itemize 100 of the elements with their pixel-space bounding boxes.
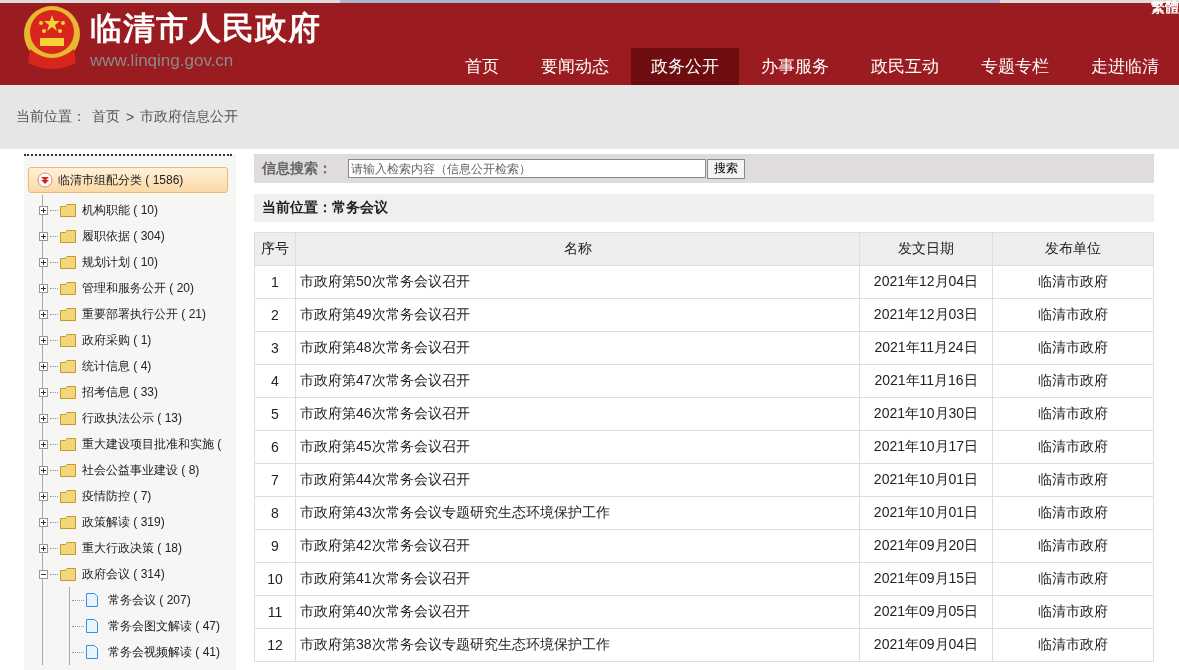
table-cell: 临清市政府 xyxy=(992,298,1154,332)
article-link[interactable]: 市政府第50次常务会议召开 xyxy=(295,265,860,299)
expand-toggle-icon[interactable] xyxy=(39,361,48,371)
breadcrumb-link[interactable]: 市政府信息公开 xyxy=(140,108,239,126)
site-url: www.linqing.gov.cn xyxy=(90,51,235,71)
current-location: 当前位置：常务会议 xyxy=(262,199,388,217)
table-cell: 临清市政府 xyxy=(992,595,1154,629)
tree-item[interactable]: 重大建设项目批准和实施 ( xyxy=(82,435,222,453)
tree-item[interactable]: 政策解读 ( 319) xyxy=(82,513,165,531)
document-icon xyxy=(86,593,98,607)
expand-toggle-icon[interactable] xyxy=(39,335,48,345)
tree-item[interactable]: 行政执法公示 ( 13) xyxy=(82,409,182,427)
folder-icon xyxy=(60,567,76,581)
article-link[interactable]: 市政府第40次常务会议召开 xyxy=(295,595,860,629)
table-cell: 2021年09月15日 xyxy=(859,562,993,596)
table-cell: 2021年10月01日 xyxy=(859,496,993,530)
search-button[interactable]: 搜索 xyxy=(707,158,745,179)
folder-icon xyxy=(60,203,76,217)
nav-tab[interactable]: 办事服务 xyxy=(741,48,849,85)
expand-toggle-icon[interactable] xyxy=(39,439,48,449)
expand-toggle-icon[interactable] xyxy=(39,543,48,553)
tree-item[interactable]: 履职依据 ( 304) xyxy=(82,227,165,245)
tree-item[interactable]: 管理和服务公开 ( 20) xyxy=(82,279,194,297)
tree-item[interactable]: 常务会视频解读 ( 41) xyxy=(108,643,220,661)
nav-tab[interactable]: 政民互动 xyxy=(851,48,959,85)
article-link[interactable]: 市政府第38次常务会议专题研究生态环境保护工作 xyxy=(295,628,860,662)
article-link[interactable]: 市政府第41次常务会议召开 xyxy=(295,562,860,596)
expand-toggle-icon[interactable] xyxy=(39,205,48,215)
tree-item[interactable]: 机构职能 ( 10) xyxy=(82,201,158,219)
table-cell: 临清市政府 xyxy=(992,430,1154,464)
expand-toggle-icon[interactable] xyxy=(39,465,48,475)
tree-item[interactable]: 招考信息 ( 33) xyxy=(82,383,158,401)
nav-tab[interactable]: 政务公开 xyxy=(631,48,739,85)
folder-icon xyxy=(60,333,76,347)
breadcrumb-separator: > xyxy=(126,109,135,125)
article-link[interactable]: 市政府第47次常务会议召开 xyxy=(295,364,860,398)
nav-tab[interactable]: 要闻动态 xyxy=(521,48,629,85)
table-cell: 临清市政府 xyxy=(992,628,1154,662)
expand-toggle-icon[interactable] xyxy=(39,231,48,241)
article-link[interactable]: 市政府第49次常务会议召开 xyxy=(295,298,860,332)
folder-icon xyxy=(60,411,76,425)
column-header: 序号 xyxy=(254,232,296,266)
table-cell: 临清市政府 xyxy=(992,364,1154,398)
column-header: 发文日期 xyxy=(859,232,993,266)
nav-tab[interactable]: 首页 xyxy=(445,48,519,85)
table-cell: 11 xyxy=(254,595,296,629)
tree-item[interactable]: 常务会议 ( 207) xyxy=(108,591,191,609)
expand-toggle-icon[interactable] xyxy=(39,257,48,267)
site-title: 临清市人民政府 xyxy=(90,9,321,47)
table-cell: 2021年10月17日 xyxy=(859,430,993,464)
emblem-icon xyxy=(22,5,82,71)
article-link[interactable]: 市政府第46次常务会议召开 xyxy=(295,397,860,431)
folder-icon xyxy=(60,489,76,503)
search-field[interactable]: 请输入检索内容（信息公开检索） xyxy=(348,159,706,178)
tree-item[interactable]: 规划计划 ( 10) xyxy=(82,253,158,271)
table-cell: 8 xyxy=(254,496,296,530)
expand-toggle-icon[interactable] xyxy=(39,413,48,423)
table-cell: 2021年12月04日 xyxy=(859,265,993,299)
table-cell: 4 xyxy=(254,364,296,398)
expand-toggle-icon[interactable] xyxy=(39,517,48,527)
table-cell: 3 xyxy=(254,331,296,365)
article-link[interactable]: 市政府第43次常务会议专题研究生态环境保护工作 xyxy=(295,496,860,530)
folder-icon xyxy=(60,463,76,477)
table-cell: 12 xyxy=(254,628,296,662)
table-cell: 临清市政府 xyxy=(992,265,1154,299)
column-header: 名称 xyxy=(295,232,860,266)
folder-icon xyxy=(60,281,76,295)
tree-item[interactable]: 重大行政决策 ( 18) xyxy=(82,539,182,557)
tree-item[interactable]: 社会公益事业建设 ( 8) xyxy=(82,461,200,479)
tree-item[interactable]: 统计信息 ( 4) xyxy=(82,357,152,375)
table-cell: 2021年09月04日 xyxy=(859,628,993,662)
folder-icon xyxy=(60,255,76,269)
tree-item[interactable]: 常务会图文解读 ( 47) xyxy=(108,617,220,635)
breadcrumb-link[interactable]: 首页 xyxy=(92,108,120,126)
tree-item[interactable]: 政府采购 ( 1) xyxy=(82,331,152,349)
expand-toggle-icon[interactable] xyxy=(39,491,48,501)
tree-item[interactable]: 疫情防控 ( 7) xyxy=(82,487,152,505)
expand-toggle-icon[interactable] xyxy=(39,283,48,293)
folder-icon xyxy=(60,359,76,373)
table-cell: 2021年11月16日 xyxy=(859,364,993,398)
search-label: 信息搜索： xyxy=(262,159,333,178)
table-cell: 2021年11月24日 xyxy=(859,331,993,365)
document-icon xyxy=(86,645,98,659)
article-link[interactable]: 市政府第48次常务会议召开 xyxy=(295,331,860,365)
language-link[interactable]: 繁體 xyxy=(1151,0,1179,17)
collapse-icon xyxy=(37,172,53,188)
article-link[interactable]: 市政府第45次常务会议召开 xyxy=(295,430,860,464)
nav-tab[interactable]: 专题专栏 xyxy=(961,48,1069,85)
table-cell: 1 xyxy=(254,265,296,299)
expand-toggle-icon[interactable] xyxy=(39,387,48,397)
tree-item[interactable]: 重要部署执行公开 ( 21) xyxy=(82,305,206,323)
nav-tab[interactable]: 走进临清 xyxy=(1071,48,1179,85)
tree-item[interactable]: 政府会议 ( 314) xyxy=(82,565,165,583)
table-cell: 临清市政府 xyxy=(992,529,1154,563)
expand-toggle-icon[interactable] xyxy=(39,569,48,579)
tree-root-item[interactable]: 临清市组配分类 ( 1586) xyxy=(28,167,228,193)
table-cell: 临清市政府 xyxy=(992,331,1154,365)
expand-toggle-icon[interactable] xyxy=(39,309,48,319)
article-link[interactable]: 市政府第42次常务会议召开 xyxy=(295,529,860,563)
article-link[interactable]: 市政府第44次常务会议召开 xyxy=(295,463,860,497)
